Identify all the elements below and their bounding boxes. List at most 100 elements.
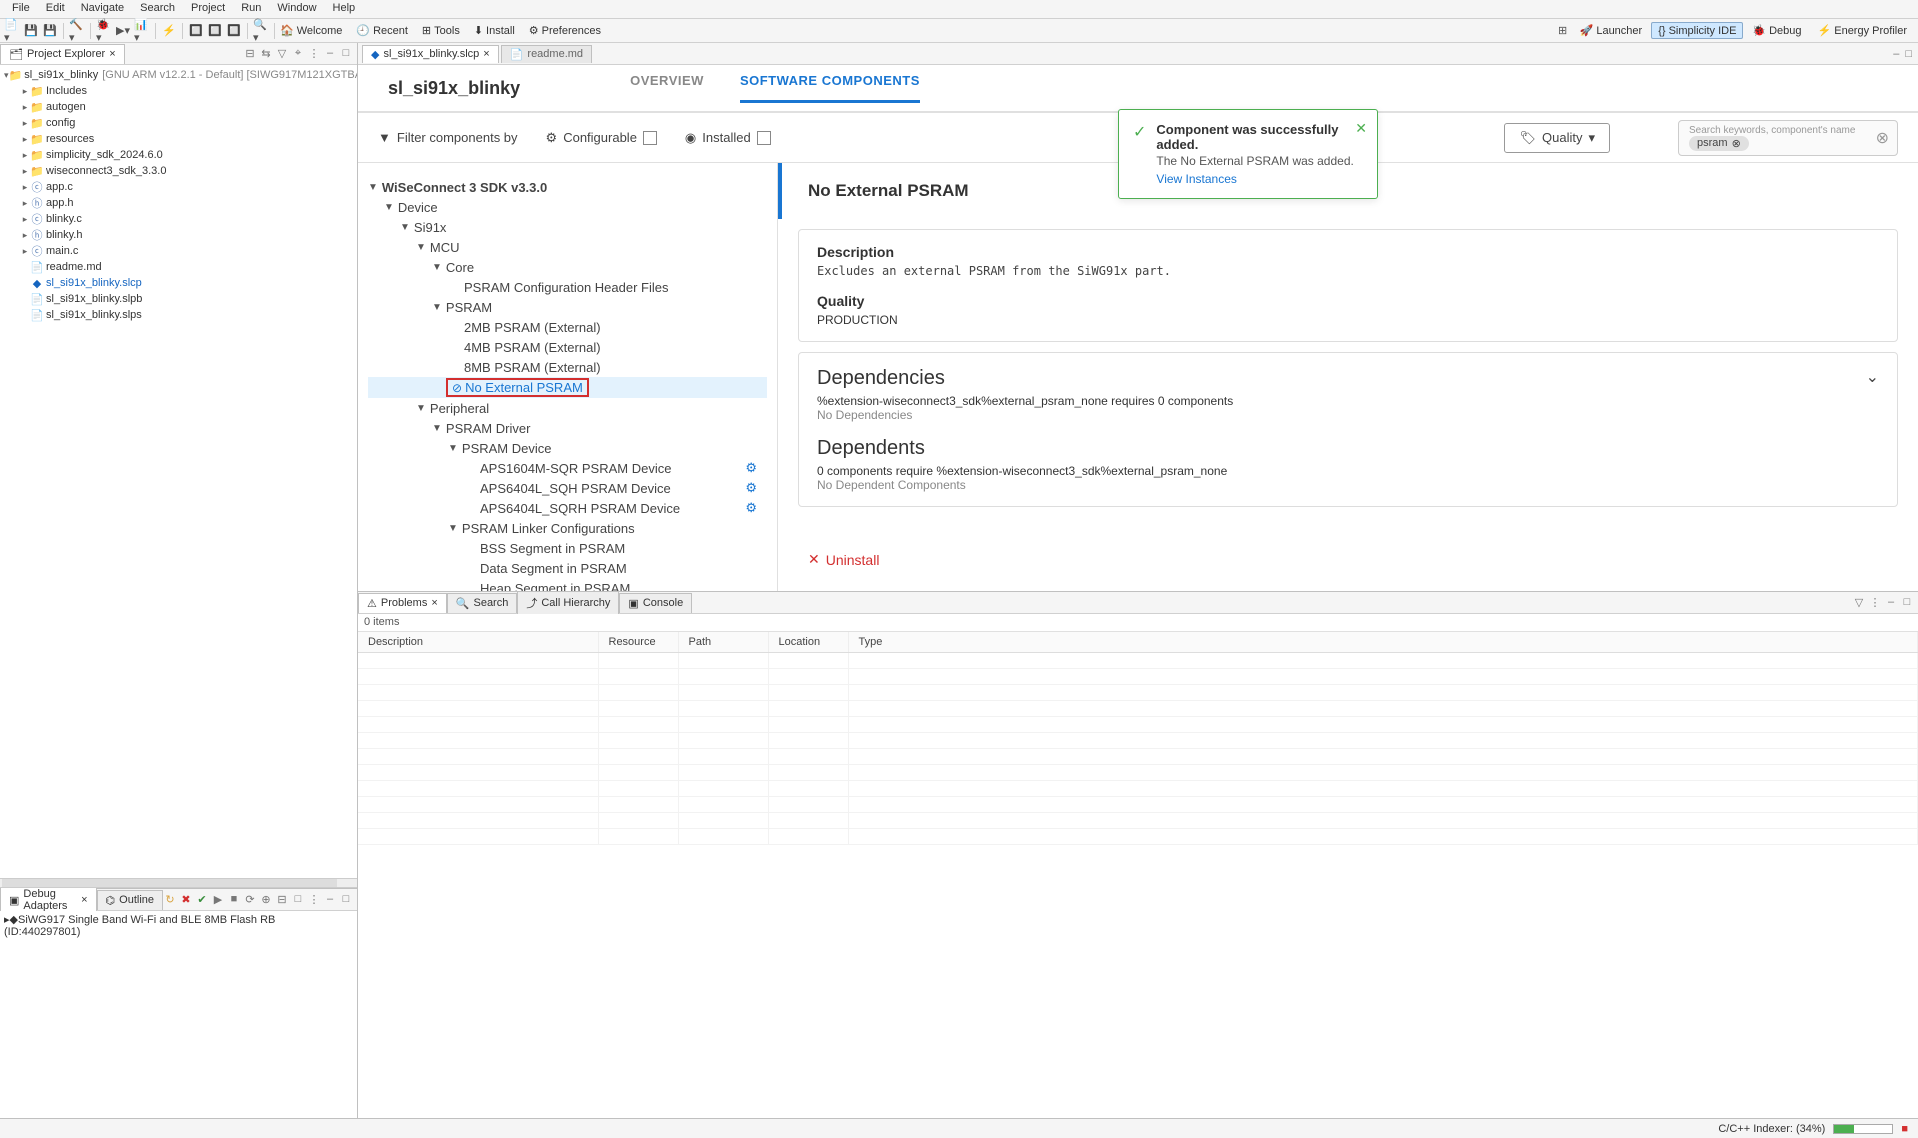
no-external-psram-selected[interactable]: ⊘No External PSRAM: [446, 378, 589, 397]
close-icon[interactable]: ×: [431, 597, 437, 609]
recent-button[interactable]: 🕘 Recent: [356, 24, 408, 37]
psram-header-files[interactable]: PSRAM Configuration Header Files: [464, 280, 668, 295]
search-tab[interactable]: 🔍Search: [447, 593, 518, 613]
file-blinky-h[interactable]: blinky.h: [46, 229, 82, 241]
psram-8mb[interactable]: 8MB PSRAM (External): [464, 360, 601, 375]
col-resource[interactable]: Resource: [598, 632, 678, 653]
new-icon[interactable]: 📄▾: [4, 23, 20, 39]
folder-config[interactable]: config: [46, 117, 75, 129]
minimize-icon[interactable]: –: [323, 47, 337, 60]
folder-wiseconnect-sdk[interactable]: wiseconnect3_sdk_3.3.0: [46, 165, 166, 177]
flash-icon[interactable]: ⚡: [161, 23, 177, 39]
expand-icon[interactable]: ⌄: [1866, 367, 1879, 387]
da-icon-6[interactable]: ⟳: [243, 893, 257, 906]
project-explorer-tab[interactable]: 🗂 Project Explorer ×: [0, 44, 125, 64]
perspective-debug[interactable]: 🐞 Debug: [1745, 22, 1808, 39]
menu-file[interactable]: File: [4, 0, 38, 18]
da-icon-5[interactable]: ■: [227, 893, 241, 906]
debug-adapter-item[interactable]: SiWG917 Single Band Wi-Fi and BLE 8MB Fl…: [4, 914, 275, 938]
menu-run[interactable]: Run: [233, 0, 269, 18]
psram-device-2[interactable]: APS6404L_SQRH PSRAM Device: [480, 501, 680, 516]
profile-icon[interactable]: 📊▾: [134, 23, 150, 39]
console-tab[interactable]: ▣Console: [619, 593, 692, 613]
configurable-checkbox[interactable]: [643, 131, 657, 145]
run-icon[interactable]: ▶▾: [115, 23, 131, 39]
gear-icon[interactable]: ⚙: [745, 500, 757, 516]
maximize-icon[interactable]: □: [339, 47, 353, 60]
gear-icon[interactable]: ⚙: [745, 480, 757, 496]
menu-help[interactable]: Help: [325, 0, 364, 18]
tab-software-components[interactable]: SOFTWARE COMPONENTS: [740, 73, 920, 103]
filter-problems-icon[interactable]: ▽: [1852, 596, 1866, 609]
psram-device-1[interactable]: APS6404L_SQH PSRAM Device: [480, 481, 671, 496]
da-icon-7[interactable]: ⊕: [259, 893, 273, 906]
search-input[interactable]: ⊗ Search keywords, component's name psra…: [1678, 120, 1898, 156]
chip-close-icon[interactable]: ⊗: [1732, 137, 1741, 150]
view-menu-icon[interactable]: ⋮: [1868, 596, 1882, 609]
file-blinky-c[interactable]: blinky.c: [46, 213, 82, 225]
da-icon-9[interactable]: □: [291, 893, 305, 906]
focus-icon[interactable]: ⌖: [291, 47, 305, 60]
view-menu-icon[interactable]: ⋮: [307, 47, 321, 60]
toast-link[interactable]: View Instances: [1156, 172, 1363, 186]
menu-navigate[interactable]: Navigate: [73, 0, 132, 18]
wiz3-icon[interactable]: 🔲: [226, 23, 242, 39]
close-icon[interactable]: ×: [81, 894, 87, 906]
psram-4mb[interactable]: 4MB PSRAM (External): [464, 340, 601, 355]
da-minimize-icon[interactable]: –: [323, 893, 337, 906]
install-button[interactable]: ⬇ Install: [474, 24, 515, 37]
tools-button[interactable]: ⊞ Tools: [422, 24, 460, 37]
outline-tab[interactable]: ⌬Outline: [97, 890, 163, 910]
file-readme[interactable]: readme.md: [46, 261, 102, 273]
da-icon-1[interactable]: ↻: [163, 893, 177, 906]
search-toolbar-icon[interactable]: 🔍▾: [253, 23, 269, 39]
quality-dropdown[interactable]: 🏷Quality▾: [1504, 123, 1610, 153]
perspective-simplicity-ide[interactable]: {} Simplicity IDE: [1651, 22, 1743, 39]
maximize-icon[interactable]: □: [1900, 596, 1914, 609]
folder-includes[interactable]: Includes: [46, 85, 87, 97]
editor-tab-readme[interactable]: 📄readme.md: [501, 45, 592, 63]
wiz1-icon[interactable]: 🔲: [188, 23, 204, 39]
filter-icon[interactable]: ▽: [275, 47, 289, 60]
perspective-launcher[interactable]: 🚀 Launcher: [1573, 22, 1650, 39]
psram-device-0[interactable]: APS1604M-SQR PSRAM Device: [480, 461, 671, 476]
col-description[interactable]: Description: [358, 632, 598, 653]
perspective-energy[interactable]: ⚡ Energy Profiler: [1811, 22, 1914, 39]
call-hierarchy-tab[interactable]: ⤴Call Hierarchy: [517, 591, 619, 614]
minimize-icon[interactable]: –: [1884, 596, 1898, 609]
file-slcp[interactable]: sl_si91x_blinky.slcp: [46, 277, 142, 289]
menu-search[interactable]: Search: [132, 0, 183, 18]
preferences-button[interactable]: ⚙ Preferences: [529, 24, 601, 37]
folder-autogen[interactable]: autogen: [46, 101, 86, 113]
build-icon[interactable]: 🔨▾: [69, 23, 85, 39]
installed-checkbox[interactable]: [757, 131, 771, 145]
horizontal-scrollbar[interactable]: [2, 879, 337, 887]
status-stop-icon[interactable]: ■: [1901, 1123, 1908, 1135]
toast-close-icon[interactable]: ✕: [1355, 120, 1367, 137]
uninstall-button[interactable]: ✕Uninstall: [778, 527, 1918, 591]
psram-2mb[interactable]: 2MB PSRAM (External): [464, 320, 601, 335]
menu-window[interactable]: Window: [269, 0, 324, 18]
debug-icon[interactable]: 🐞▾: [96, 23, 112, 39]
file-main-c[interactable]: main.c: [46, 245, 78, 257]
welcome-button[interactable]: 🏠 Welcome: [280, 24, 342, 37]
folder-resources[interactable]: resources: [46, 133, 94, 145]
close-tab-icon[interactable]: ×: [109, 48, 115, 60]
editor-minimize-icon[interactable]: –: [1893, 48, 1899, 60]
da-maximize-icon[interactable]: □: [339, 893, 353, 906]
editor-maximize-icon[interactable]: □: [1905, 48, 1912, 60]
file-app-h[interactable]: app.h: [46, 197, 74, 209]
editor-tab-slcp[interactable]: ◆sl_si91x_blinky.slcp×: [362, 45, 499, 63]
da-icon-3[interactable]: ✔: [195, 893, 209, 906]
tab-overview[interactable]: OVERVIEW: [630, 73, 704, 103]
col-path[interactable]: Path: [678, 632, 768, 653]
col-type[interactable]: Type: [848, 632, 1918, 653]
close-icon[interactable]: ×: [483, 48, 489, 60]
da-view-menu-icon[interactable]: ⋮: [307, 893, 321, 906]
search-chip[interactable]: psram ⊗: [1689, 136, 1749, 151]
project-explorer-tree[interactable]: ▾📁sl_si91x_blinky[GNU ARM v12.2.1 - Defa…: [0, 65, 357, 878]
menu-project[interactable]: Project: [183, 0, 233, 18]
problems-tab[interactable]: ⚠Problems×: [358, 593, 447, 613]
seg-data[interactable]: Data Segment in PSRAM: [480, 561, 627, 576]
saveall-icon[interactable]: 💾: [42, 23, 58, 39]
